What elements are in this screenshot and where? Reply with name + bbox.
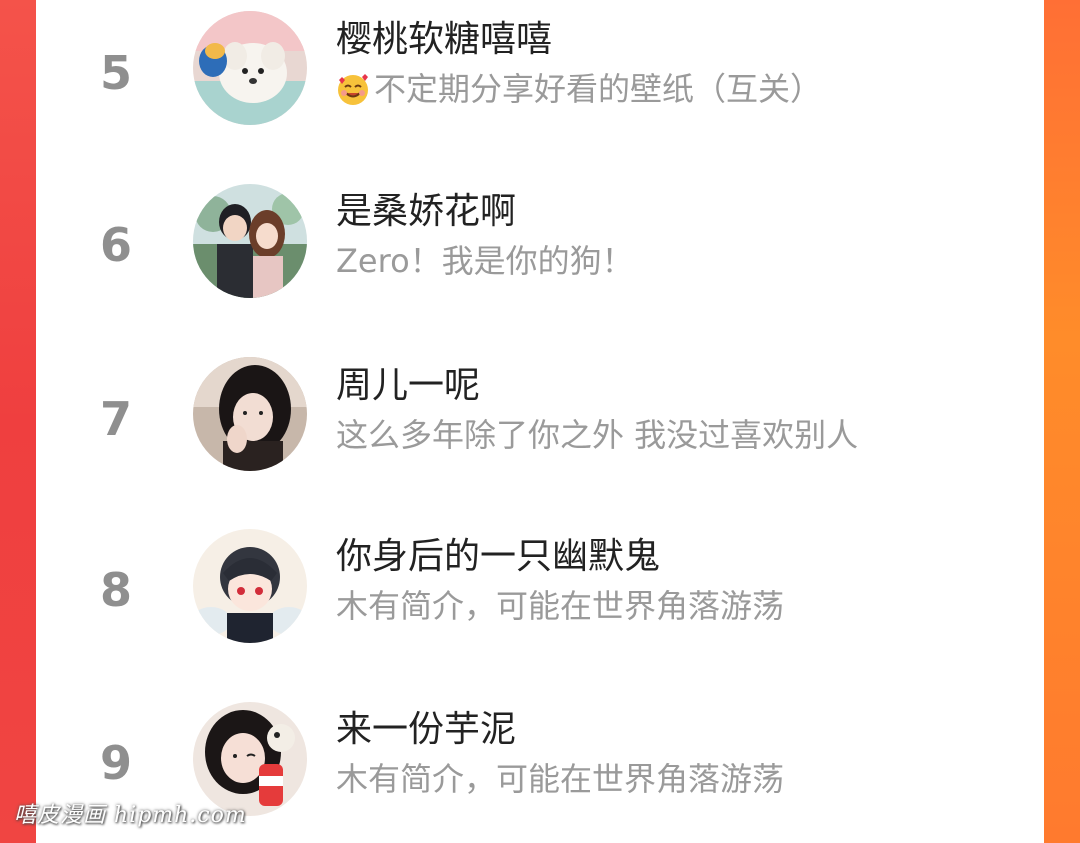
right-edge-bar <box>1044 0 1080 843</box>
ranking-row[interactable]: 6 是桑娇花啊 Zero！我是你的狗！ <box>36 172 1044 322</box>
rank-number: 9 <box>99 736 132 790</box>
ranking-row[interactable]: 5 樱桃软糖嘻嘻 不定期分享好看的壁纸（互关） <box>36 0 1044 150</box>
rank-number: 8 <box>99 563 132 617</box>
rank-number: 6 <box>99 218 132 272</box>
avatar[interactable] <box>193 357 307 471</box>
user-bio-text: Zero！我是你的狗！ <box>336 242 634 280</box>
user-name[interactable]: 是桑娇花啊 <box>336 190 516 233</box>
rank-number: 5 <box>99 46 132 100</box>
ranking-panel: 5 樱桃软糖嘻嘻 不定期分享好看的壁纸（互关） 6 是桑娇花啊 Zero！我是你… <box>36 0 1044 843</box>
user-bio: 这么多年除了你之外 我没过喜欢别人 <box>336 416 858 454</box>
ranking-row[interactable]: 7 周儿一呢 这么多年除了你之外 我没过喜欢别人 <box>36 344 1044 494</box>
user-bio-text: 木有简介，可能在世界角落游荡 <box>336 760 785 798</box>
user-bio: 木有简介，可能在世界角落游荡 <box>336 760 784 798</box>
smiling-face-with-hearts-icon <box>336 72 370 106</box>
site-watermark: 嘻皮漫画 hipmh.com <box>14 803 247 828</box>
avatar[interactable] <box>193 529 307 643</box>
user-name[interactable]: 你身后的一只幽默鬼 <box>336 535 660 578</box>
user-name[interactable]: 来一份芋泥 <box>336 708 516 751</box>
left-edge-bar <box>0 0 36 843</box>
rank-number: 7 <box>99 392 132 446</box>
user-bio-text: 木有简介，可能在世界角落游荡 <box>336 587 785 625</box>
user-bio-text: 不定期分享好看的壁纸（互关） <box>374 70 823 108</box>
user-name[interactable]: 周儿一呢 <box>336 364 480 407</box>
ranking-row[interactable]: 8 你身后的一只幽默鬼 木有简介，可能在世界角落游荡 <box>36 517 1044 667</box>
avatar[interactable] <box>193 11 307 125</box>
user-bio: 不定期分享好看的壁纸（互关） <box>336 70 822 108</box>
user-name[interactable]: 樱桃软糖嘻嘻 <box>336 18 552 61</box>
user-bio: Zero！我是你的狗！ <box>336 242 634 280</box>
user-bio-text: 这么多年除了你之外 我没过喜欢别人 <box>336 416 859 454</box>
avatar[interactable] <box>193 184 307 298</box>
user-bio: 木有简介，可能在世界角落游荡 <box>336 587 784 625</box>
